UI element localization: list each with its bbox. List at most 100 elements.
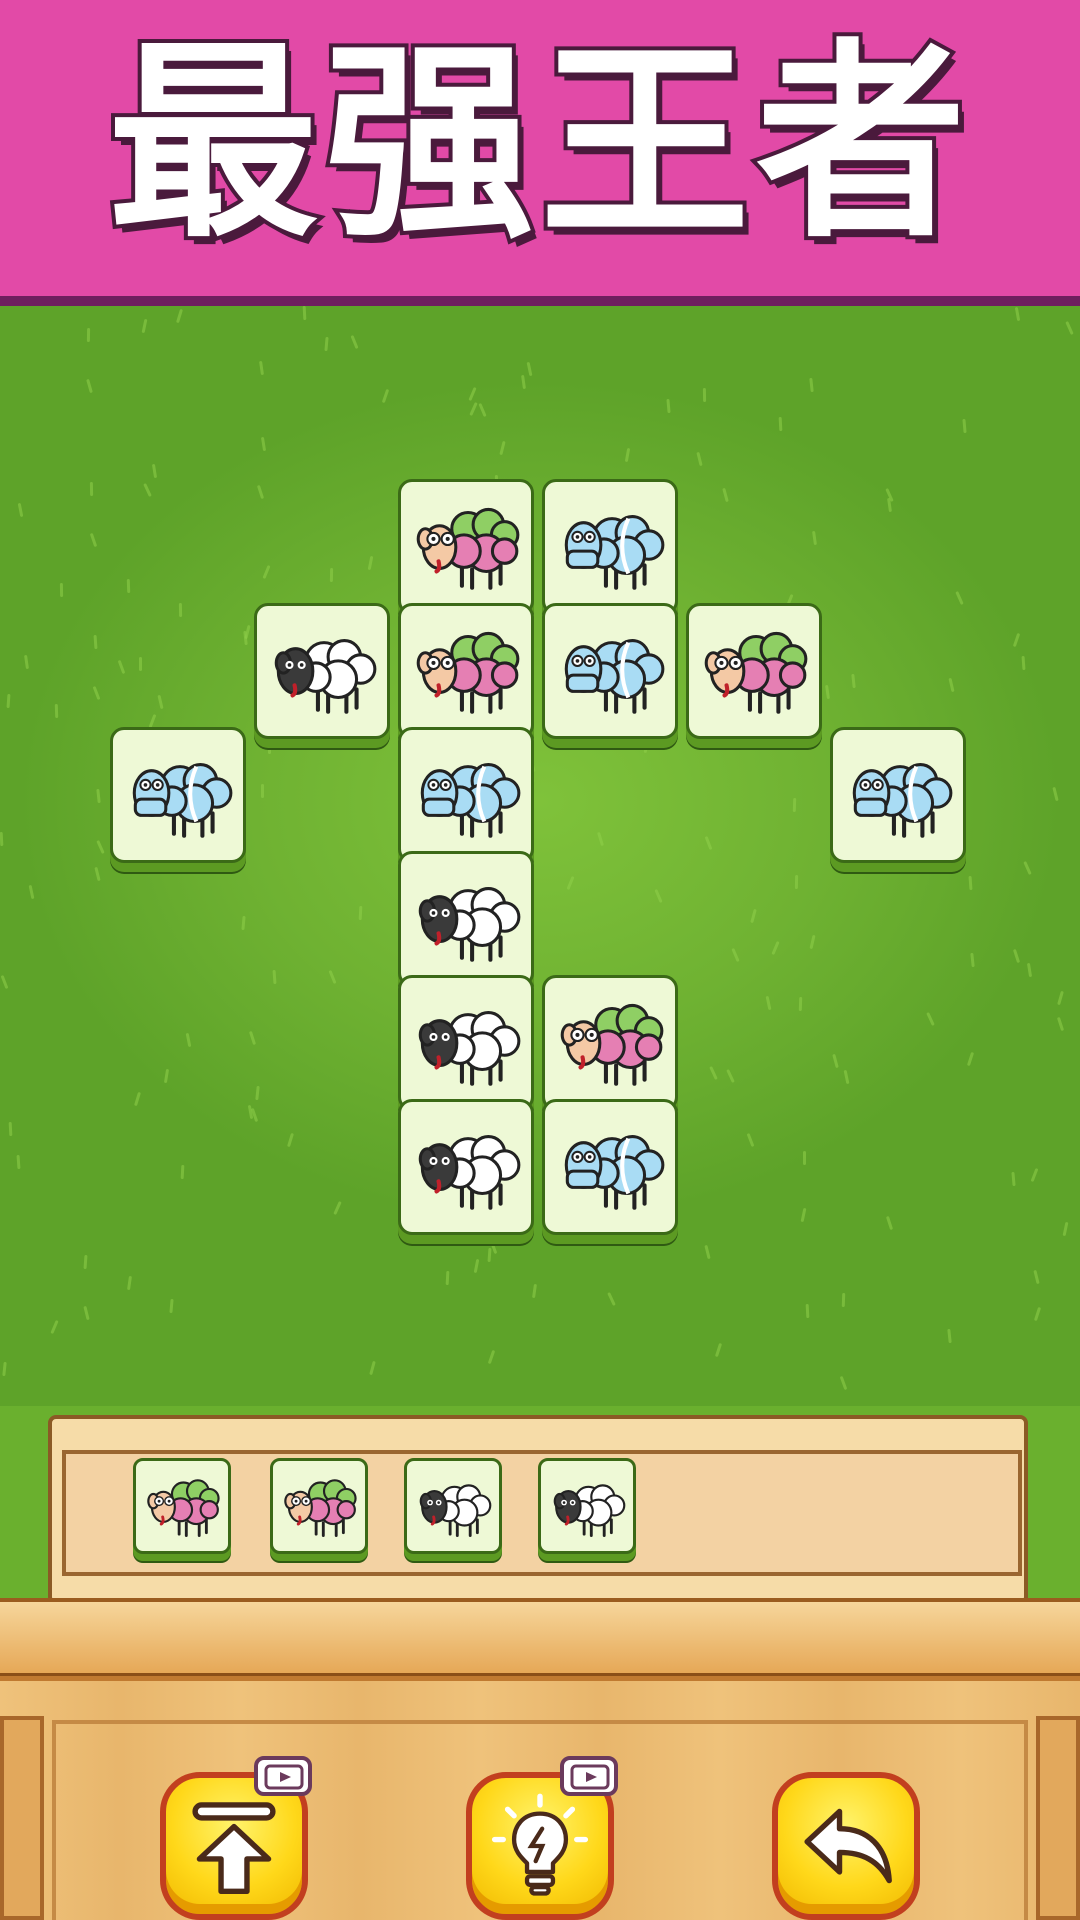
pink-sheep-icon (560, 1003, 664, 1086)
white-sheep-icon (418, 887, 521, 962)
grass-blade (96, 788, 101, 804)
grass-blade (1012, 948, 1021, 964)
tile-blue-sheep[interactable] (110, 727, 246, 863)
grass-blade (59, 582, 64, 598)
grass-blade (750, 908, 757, 924)
grass-blade (970, 952, 975, 968)
grass-blade (1023, 860, 1032, 876)
grass-blade (839, 1375, 848, 1391)
grass-blade (0, 831, 4, 847)
video-ad-icon (264, 1764, 304, 1790)
tile-white-sheep[interactable] (254, 603, 390, 739)
grass-blade (134, 1091, 141, 1107)
pink-sheep-icon (416, 507, 520, 590)
tile-pink-sheep[interactable] (398, 603, 534, 739)
pink-sheep-icon (416, 631, 520, 714)
blue-sheep-icon (564, 1135, 665, 1210)
grass-blade (654, 888, 663, 904)
tile-pink-sheep[interactable] (398, 479, 534, 615)
grass-blade (843, 1069, 850, 1085)
white-sheep-icon (553, 1484, 626, 1537)
grass-blade (962, 418, 967, 434)
tile-blue-sheep[interactable] (542, 1099, 678, 1235)
grass-blade (0, 974, 9, 990)
grass-blade (28, 884, 35, 900)
grass-blade (259, 360, 264, 376)
grass-blade (367, 555, 374, 571)
grass-blade (169, 1298, 174, 1314)
grass-blade (163, 1068, 170, 1084)
grass-blade (83, 1305, 90, 1321)
grass-blade (94, 866, 101, 882)
tile-blue-sheep[interactable] (830, 727, 966, 863)
grass-blade (358, 905, 363, 921)
blue-sheep-icon (564, 515, 665, 590)
grass-blade (17, 502, 24, 518)
grass-blade (93, 634, 98, 650)
video-ad-badge (254, 1756, 312, 1796)
wooden-post-right (1036, 1716, 1080, 1920)
grass-blade (83, 1254, 88, 1270)
grass-blade (624, 447, 631, 463)
grass-blade (151, 463, 158, 479)
video-ad-badge (560, 1756, 618, 1796)
tile-white-sheep[interactable] (398, 975, 534, 1111)
grass-blade (885, 1215, 894, 1231)
tile-blue-sheep[interactable] (542, 603, 678, 739)
grass-blade (643, 738, 650, 754)
pink-sheep-icon (704, 631, 808, 714)
grass-blade (521, 374, 526, 390)
grass-blade (329, 567, 334, 583)
grass-blade (50, 1319, 59, 1335)
grass-blade (143, 483, 152, 497)
grass-blade (473, 1258, 480, 1274)
grass-blade (1011, 1171, 1016, 1187)
grass-blade (968, 875, 973, 891)
grass-blade (86, 378, 93, 394)
tile-white-sheep[interactable] (398, 851, 534, 987)
grass-blade (96, 839, 105, 855)
grass-blade (24, 654, 29, 670)
blue-sheep-icon (852, 763, 953, 838)
wooden-shelf (0, 1598, 1080, 1678)
tray-tile-pink-sheep (270, 1458, 368, 1554)
level-title: 最强王者 (104, 17, 972, 270)
grass-blade (469, 401, 478, 417)
grass-blade (1062, 1221, 1069, 1237)
grass-blade (260, 436, 267, 452)
grass-blade (709, 1066, 718, 1080)
tile-blue-sheep[interactable] (398, 727, 534, 863)
grass-blade (499, 440, 506, 456)
grass-blade (812, 530, 817, 546)
grass-blade (794, 874, 799, 890)
grass-blade (841, 1292, 846, 1308)
tile-pink-sheep[interactable] (686, 603, 822, 739)
grass-blade (324, 336, 329, 352)
grass-blade (272, 969, 277, 985)
white-sheep-icon (419, 1484, 492, 1537)
grass-blade (381, 388, 390, 404)
grass-blade (185, 1032, 192, 1048)
grass-blade (832, 1053, 839, 1069)
grass-blade (1012, 632, 1021, 648)
grass-blade (8, 1121, 13, 1137)
grass-blade (369, 1360, 376, 1376)
grass-blade (328, 969, 337, 985)
tray-tile-pink-sheep (133, 1458, 231, 1554)
tile-blue-sheep[interactable] (542, 479, 678, 615)
move-up-icon (192, 1802, 276, 1895)
grass-blade (1030, 1167, 1039, 1183)
grass-blade (1033, 1306, 1042, 1322)
white-sheep-icon (418, 1011, 521, 1086)
grass-blade (800, 1207, 807, 1223)
white-sheep-icon (418, 1135, 521, 1210)
grass-blade (176, 308, 183, 324)
tile-white-sheep[interactable] (398, 1099, 534, 1235)
undo-button[interactable] (772, 1772, 920, 1920)
tile-pink-sheep[interactable] (542, 975, 678, 1111)
grass-blade (89, 532, 98, 548)
grass-blade (607, 1292, 616, 1306)
grass-blade (255, 1085, 260, 1101)
grass-blade (714, 1342, 723, 1358)
grass-blade (803, 1151, 806, 1165)
